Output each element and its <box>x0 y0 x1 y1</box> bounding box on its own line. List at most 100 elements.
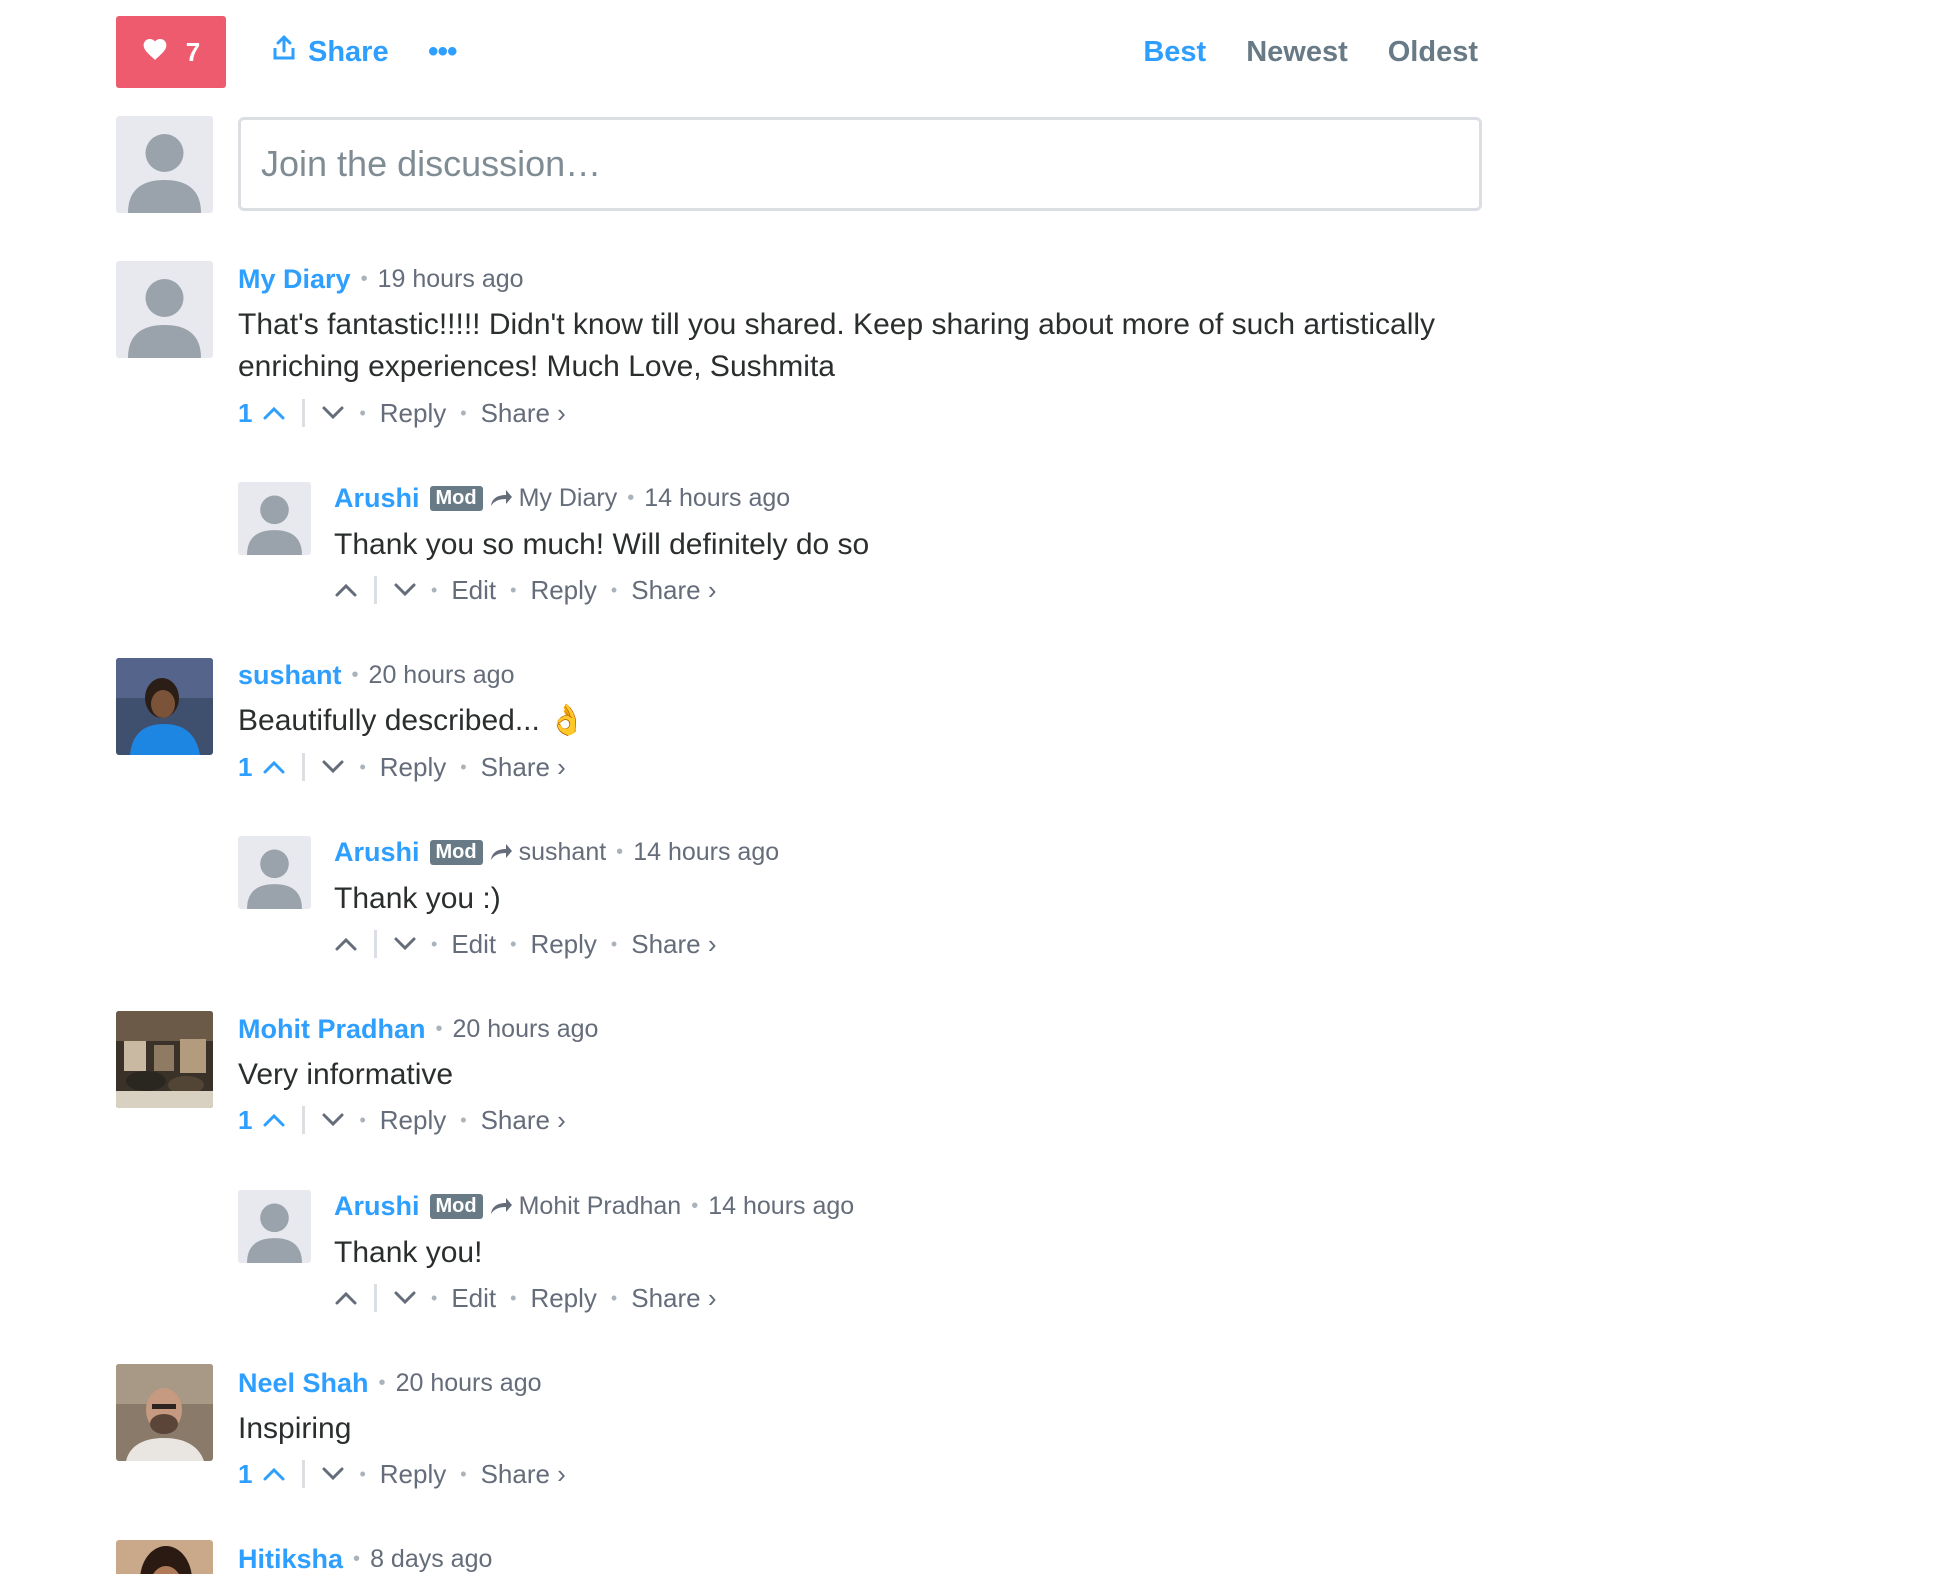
comment-author[interactable]: Neel Shah <box>238 1368 369 1399</box>
comment-timestamp[interactable]: 20 hours ago <box>369 661 515 690</box>
upvote-icon[interactable] <box>262 405 286 421</box>
upvote-icon[interactable] <box>262 1466 286 1482</box>
heart-icon <box>142 37 168 68</box>
join-discussion-input[interactable] <box>238 117 1482 211</box>
share-comment-button[interactable]: Share › <box>481 752 566 783</box>
parent-author[interactable]: sushant <box>519 838 607 867</box>
separator-dot: • <box>510 1287 517 1308</box>
reply-arrow-icon <box>489 488 513 508</box>
comment-timestamp[interactable]: 14 hours ago <box>708 1192 854 1221</box>
comment-actions: • Edit • Reply • Share › <box>334 926 717 962</box>
avatar[interactable] <box>116 261 213 358</box>
share-discussion-button[interactable]: Share <box>272 16 389 88</box>
moderator-badge: Mod <box>429 485 483 511</box>
comment-actions: • Edit • Reply • Share › <box>334 1280 717 1316</box>
sort-tab-newest[interactable]: Newest <box>1246 36 1348 69</box>
comment-author[interactable]: Mohit Pradhan <box>238 1014 426 1045</box>
avatar[interactable] <box>116 1011 213 1108</box>
comment-timestamp[interactable]: 20 hours ago <box>396 1369 542 1398</box>
favorite-button[interactable]: 7 <box>116 16 226 88</box>
comment-body: Thank you! <box>334 1236 483 1269</box>
comment-header: Arushi Mod My Diary • 14 hours ago <box>334 481 790 515</box>
comment-text-line: That's fantastic!!!!! Didn't know till y… <box>238 308 1436 341</box>
reply-button[interactable]: Reply <box>530 1283 596 1314</box>
upvote-icon[interactable] <box>262 759 286 775</box>
avatar[interactable] <box>238 1190 311 1263</box>
downvote-icon[interactable] <box>393 1290 417 1306</box>
separator-dot: • <box>353 1547 361 1570</box>
comment-body: Very informative <box>238 1058 454 1091</box>
avatar[interactable] <box>238 836 311 909</box>
downvote-icon[interactable] <box>321 1112 345 1128</box>
avatar[interactable] <box>116 658 213 755</box>
downvote-icon[interactable] <box>393 582 417 598</box>
separator-dot: • <box>627 486 635 509</box>
share-icon <box>272 35 296 69</box>
downvote-icon[interactable] <box>321 759 345 775</box>
avatar[interactable] <box>116 1540 213 1574</box>
share-comment-button[interactable]: Share › <box>481 398 566 429</box>
comment-timestamp[interactable]: 8 days ago <box>370 1545 492 1574</box>
share-comment-button[interactable]: Share › <box>481 1459 566 1490</box>
vote-divider <box>302 1106 306 1134</box>
comment-timestamp[interactable]: 14 hours ago <box>644 484 790 513</box>
moderator-badge: Mod <box>429 1193 483 1219</box>
sort-tab-oldest[interactable]: Oldest <box>1388 36 1478 69</box>
separator-dot: • <box>610 579 618 600</box>
more-options-button[interactable]: ••• <box>428 16 457 88</box>
reply-arrow-icon <box>489 842 513 862</box>
upvote-icon[interactable] <box>334 936 358 952</box>
separator-dot: • <box>510 933 517 954</box>
avatar[interactable] <box>116 1364 213 1461</box>
comment-author[interactable]: Hitiksha <box>238 1544 343 1574</box>
comment-author[interactable]: My Diary <box>238 264 351 295</box>
comment-timestamp[interactable]: 20 hours ago <box>453 1015 599 1044</box>
share-label: Share <box>308 35 389 68</box>
separator-dot: • <box>435 1017 443 1040</box>
reply-button[interactable]: Reply <box>530 929 596 960</box>
parent-author[interactable]: My Diary <box>519 484 618 513</box>
vote-divider <box>374 576 377 604</box>
separator-dot: • <box>359 1463 366 1484</box>
separator-dot: • <box>351 663 359 686</box>
reply-button[interactable]: Reply <box>380 1105 446 1136</box>
comment-actions: 1 • Reply • Share › <box>238 749 566 785</box>
comment-header: Arushi Mod Mohit Pradhan • 14 hours ago <box>334 1189 854 1223</box>
parent-author[interactable]: Mohit Pradhan <box>519 1192 682 1221</box>
reply-button[interactable]: Reply <box>530 575 596 606</box>
separator-dot: • <box>460 1463 467 1484</box>
edit-button[interactable]: Edit <box>451 575 496 606</box>
upvote-icon[interactable] <box>334 1290 358 1306</box>
comment-author[interactable]: Arushi <box>334 483 420 514</box>
avatar[interactable] <box>238 482 311 555</box>
downvote-icon[interactable] <box>321 405 345 421</box>
share-comment-button[interactable]: Share › <box>631 1283 716 1314</box>
comment-actions: 1 • Reply • Share › <box>238 1456 566 1492</box>
share-comment-button[interactable]: Share › <box>481 1105 566 1136</box>
edit-button[interactable]: Edit <box>451 929 496 960</box>
downvote-icon[interactable] <box>393 936 417 952</box>
share-comment-button[interactable]: Share › <box>631 575 716 606</box>
comment-header: sushant • 20 hours ago <box>238 658 515 692</box>
edit-button[interactable]: Edit <box>451 1283 496 1314</box>
reply-button[interactable]: Reply <box>380 752 446 783</box>
separator-dot: • <box>510 579 517 600</box>
reply-button[interactable]: Reply <box>380 1459 446 1490</box>
upvote-icon[interactable] <box>334 582 358 598</box>
share-comment-button[interactable]: Share › <box>631 929 716 960</box>
separator-dot: • <box>378 1371 386 1394</box>
reply-button[interactable]: Reply <box>380 398 446 429</box>
comment-actions: • Edit • Reply • Share › <box>334 572 717 608</box>
comment-author[interactable]: Arushi <box>334 837 420 868</box>
downvote-icon[interactable] <box>321 1466 345 1482</box>
comment-author[interactable]: sushant <box>238 660 342 691</box>
comment-timestamp[interactable]: 14 hours ago <box>633 838 779 867</box>
upvote-icon[interactable] <box>262 1112 286 1128</box>
comment-text-line: enriching experiences! Much Love, Sushmi… <box>238 350 835 383</box>
vote-divider <box>302 399 306 427</box>
comment-author[interactable]: Arushi <box>334 1191 420 1222</box>
separator-dot: • <box>431 579 438 600</box>
comment-timestamp[interactable]: 19 hours ago <box>378 265 524 294</box>
sort-tab-best[interactable]: Best <box>1143 36 1206 69</box>
separator-dot: • <box>360 267 368 290</box>
